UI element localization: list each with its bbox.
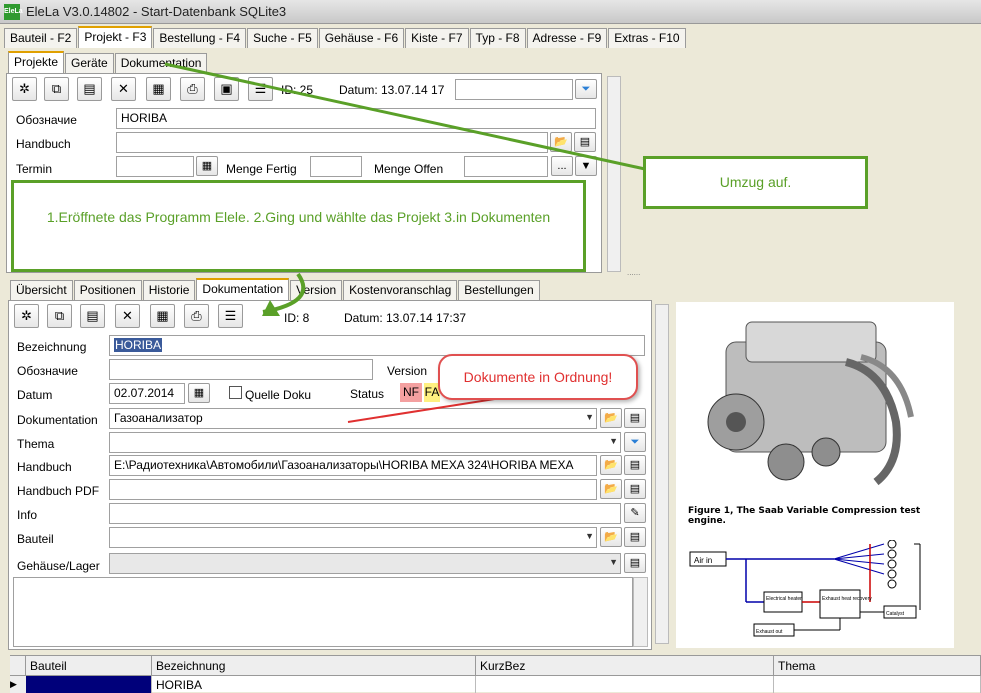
annotation-steps: 1.Eröffnete das Programm Elele. 2.Ging u… bbox=[11, 180, 586, 272]
annotation-umzug: Umzug auf. bbox=[643, 156, 868, 209]
annotation-ok: Dokumente in Ordnung! bbox=[438, 354, 638, 400]
annotation-arrows bbox=[164, 62, 687, 423]
